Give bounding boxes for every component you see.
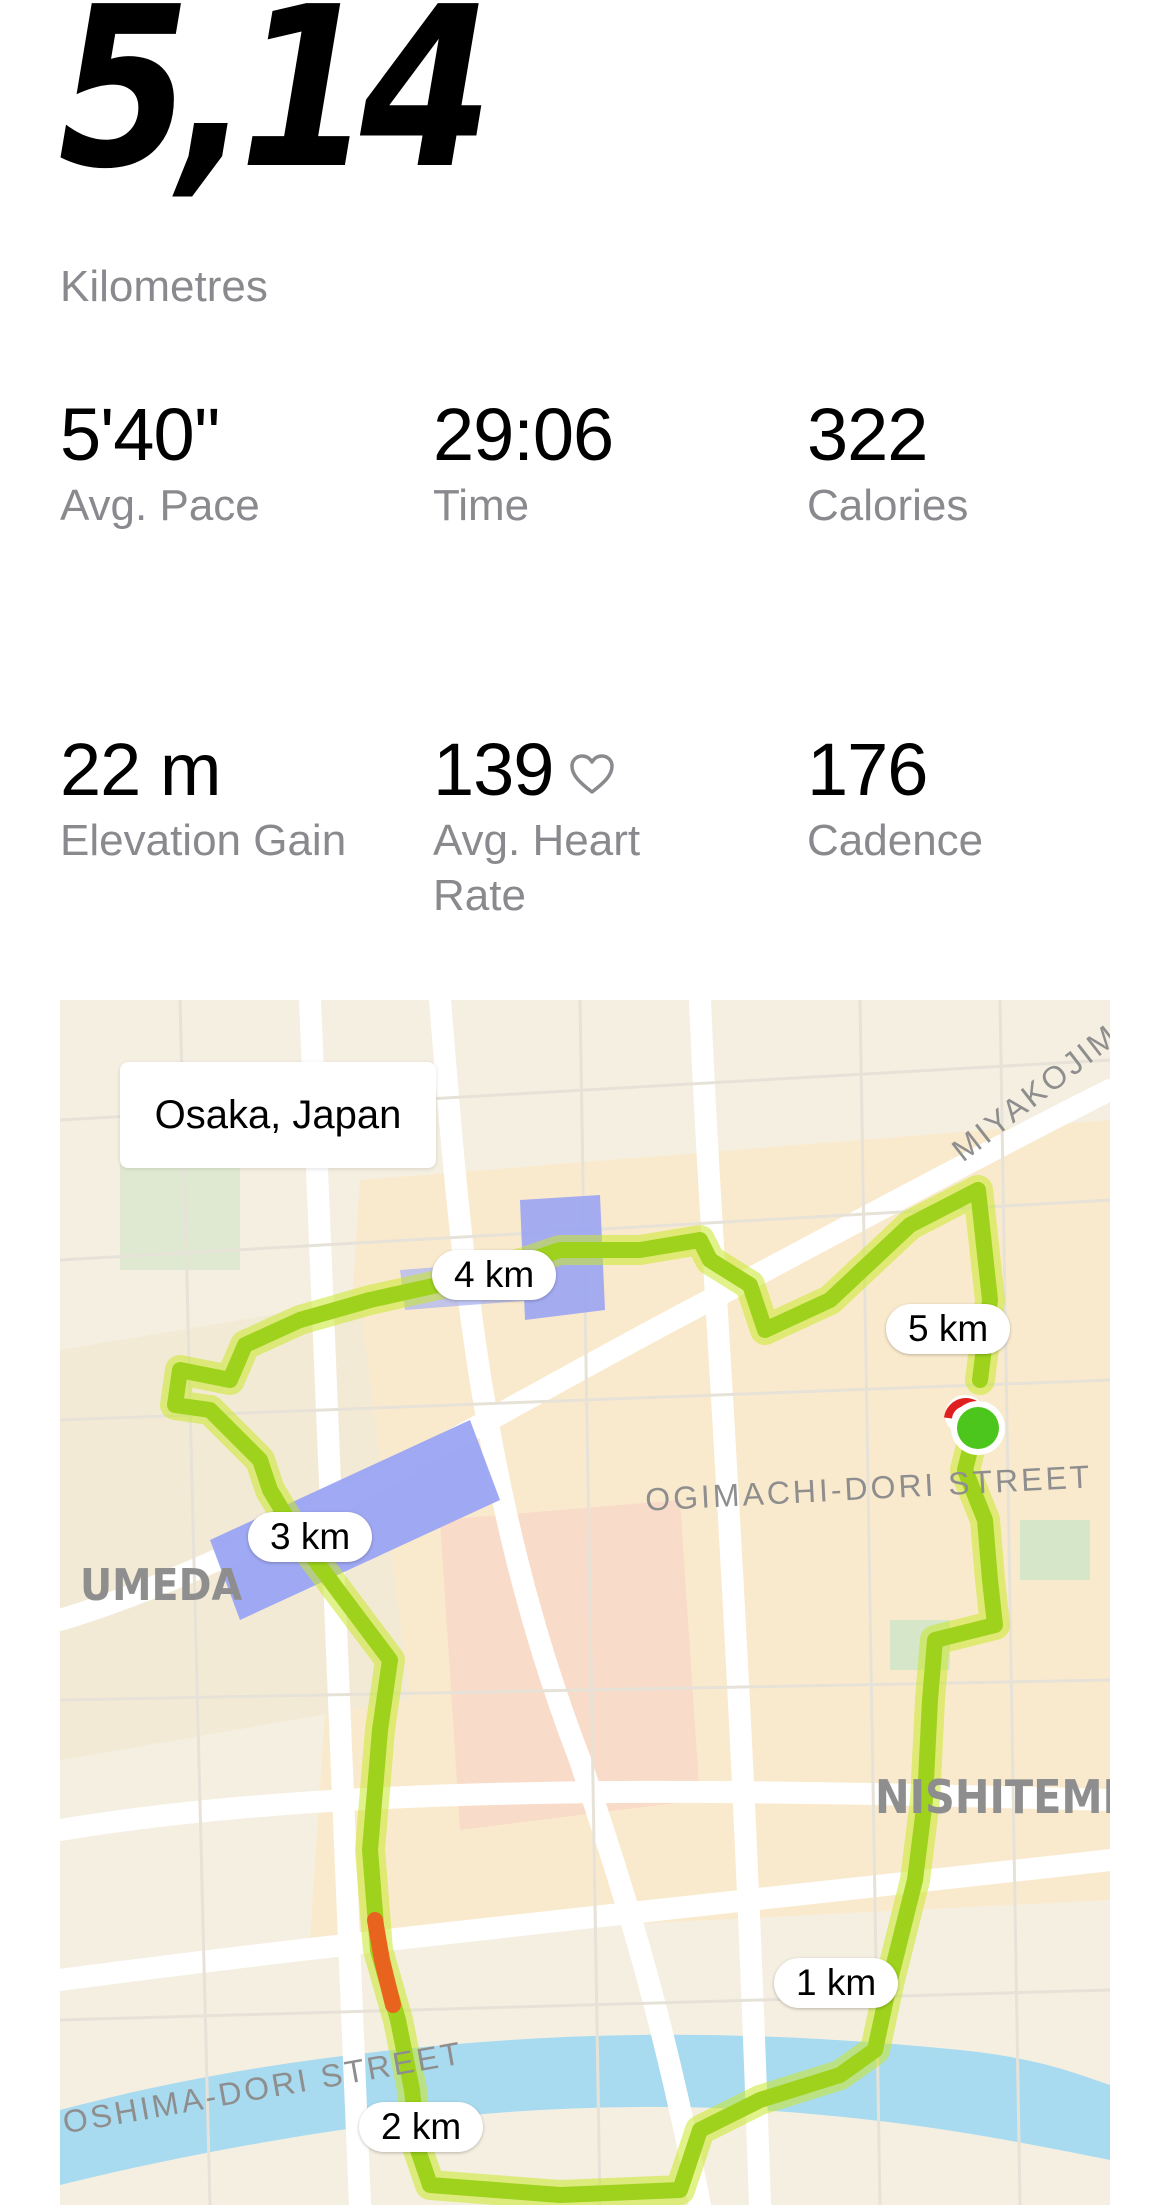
stat-label: Calories [807, 481, 969, 530]
stat-value: 29:06 [433, 393, 614, 476]
stat-label: Avg. Heart Rate [433, 816, 641, 920]
stat-time: 29:06 Time [433, 398, 773, 533]
stat-label: Cadence [807, 816, 984, 865]
stat-value: 139 [433, 728, 554, 811]
stat-label: Avg. Pace [60, 481, 260, 530]
stat-cadence: 176 Cadence [807, 733, 1147, 868]
stat-label: Elevation Gain [60, 816, 347, 865]
km-marker-2: 2 km [359, 2102, 484, 2152]
stat-value: 176 [807, 728, 928, 811]
area-label-nishitemm: NISHITEMM [875, 1770, 1110, 1824]
location-label: Osaka, Japan [120, 1062, 436, 1168]
stat-avg-pace: 5'40'' Avg. Pace [60, 398, 400, 533]
stat-value: 322 [807, 393, 928, 476]
route-map[interactable]: Osaka, Japan UMEDA NISHITEMM OGIMACHI-DO… [60, 1000, 1110, 2205]
km-marker-4: 4 km [432, 1250, 557, 1300]
stat-label: Time [433, 481, 530, 530]
stat-elevation-gain: 22 m Elevation Gain [60, 733, 360, 868]
km-marker-3: 3 km [248, 1512, 373, 1562]
stat-value: 22 m [60, 728, 222, 811]
stat-value-row: 139 [433, 733, 733, 807]
stat-value: 5'40'' [60, 393, 221, 476]
area-label-umeda: UMEDA [80, 1560, 243, 1611]
heart-icon [569, 733, 615, 807]
km-marker-1: 1 km [774, 1958, 899, 2008]
stat-avg-heart-rate: 139 Avg. Heart Rate [433, 733, 733, 923]
km-marker-5: 5 km [886, 1304, 1011, 1354]
distance-value: 5,14 [58, 0, 493, 218]
stat-calories: 322 Calories [807, 398, 1147, 533]
distance-unit-label: Kilometres [60, 262, 268, 311]
